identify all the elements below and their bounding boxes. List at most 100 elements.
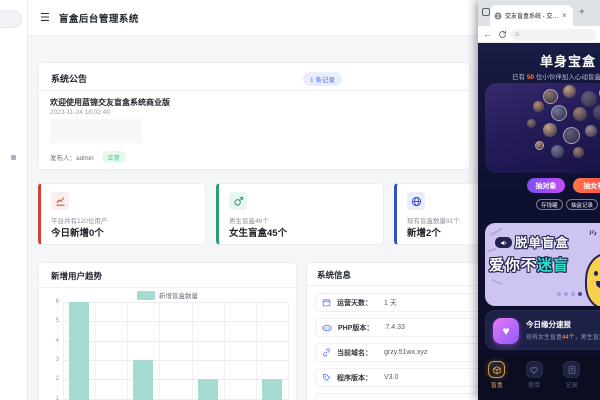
promo-banner[interactable]: 脱单盲盒 爱你不迷盲	[485, 223, 600, 306]
app-subtitle: 已有 50 位小伙伴加入心动盲盒	[512, 74, 600, 81]
nav-label: 盲盒	[490, 383, 503, 389]
avatar	[573, 107, 587, 121]
page-title: 盲盒后台管理系统	[58, 13, 139, 25]
gridline	[63, 379, 288, 381]
announcement-publisher: 发布人：admin	[50, 155, 94, 162]
announcement-post-title[interactable]: 欢迎使用蓝锦交友盲盒系统商业版	[50, 97, 170, 108]
nav-item-盲盒[interactable]: 盲盒	[478, 361, 516, 400]
heart-app-icon: ♥	[493, 318, 519, 344]
carousel-dot[interactable]	[557, 292, 561, 296]
chart-title: 新增用户趋势	[51, 271, 103, 281]
gridline	[255, 302, 257, 400]
hamburger-icon[interactable]: ☰	[40, 11, 50, 24]
piggy-bank-button[interactable]: 存钱罐	[536, 199, 563, 210]
mascot-character	[585, 253, 600, 306]
status-badge: 正常	[101, 151, 126, 163]
home-icon: ⌂	[515, 31, 520, 38]
browser-tab[interactable]: 交友盲盒系统 - 交友盲盒系统 ×	[490, 5, 573, 26]
back-icon[interactable]: ←	[483, 29, 492, 39]
speaker-icon	[495, 237, 512, 248]
browser-window: 交友盲盒系统 - 交友盲盒系统 × + ← ⌂ 单身宝盒 已有 50 位小伙伴加…	[478, 0, 600, 400]
avatar	[551, 105, 567, 121]
draw-records-button[interactable]: 抽盒记录	[566, 199, 599, 210]
speed-line	[491, 278, 503, 286]
avatar	[533, 101, 544, 112]
chart-bar[interactable]	[261, 379, 282, 400]
divider	[39, 90, 469, 91]
gridline	[159, 302, 161, 400]
avatar	[593, 105, 600, 120]
sys-label: 当前域名：	[337, 349, 372, 357]
avatar	[563, 85, 576, 98]
chart-bar[interactable]	[197, 379, 218, 400]
sidebar-collapsed-item-icon[interactable]	[11, 155, 16, 160]
stat-value: 新增2个	[407, 228, 441, 239]
nav-item-记录[interactable]: 记录	[553, 361, 591, 400]
stat-value: 今日新增0个	[51, 228, 104, 239]
y-tick-label: 5	[55, 318, 59, 325]
legend-label: 新增盲盒数量	[159, 293, 198, 300]
nav-label: 脱单	[528, 383, 541, 389]
browser-toolbar: ← ⌂	[478, 26, 600, 43]
link-icon	[322, 348, 331, 357]
tab-title: 交友盲盒系统 - 交友盲盒系统	[505, 14, 561, 20]
gridline	[63, 302, 288, 303]
blindbox-icon	[488, 361, 506, 378]
record-count-badge: 1 条记录	[303, 72, 342, 86]
sys-value: grzy.51wx.xyz	[384, 349, 428, 356]
tab-close-icon[interactable]: ×	[562, 11, 567, 20]
system-info-title: 系统信息	[317, 270, 352, 280]
y-tick-label: 4	[55, 337, 59, 344]
tab-panel-icon[interactable]	[482, 8, 490, 16]
avatar	[527, 119, 536, 128]
divider	[39, 287, 296, 288]
avatar-collage-card	[485, 83, 600, 173]
logo-placeholder	[0, 10, 22, 28]
banner-line2: 爱你不迷盲	[489, 257, 570, 274]
carousel-dot[interactable]	[564, 292, 568, 296]
sys-value: V3.0	[384, 374, 399, 381]
carousel-dot[interactable]	[571, 292, 575, 296]
draw-partner-button[interactable]: 抽对象	[527, 178, 565, 193]
stat-value: 女生盲盒45个	[229, 228, 288, 239]
stat-card[interactable]: 平台共有120位用户 今日新增0个	[38, 183, 206, 245]
app-title: 单身宝盒	[540, 54, 597, 69]
sys-label: PHP版本：	[338, 324, 374, 332]
announcement-date: 2023-11-24 18:02:49	[50, 109, 110, 116]
chart-bar[interactable]	[133, 359, 154, 400]
speed-line	[489, 227, 503, 237]
app-page: 单身宝盒 已有 50 位小伙伴加入心动盲盒 抽对象 抽女神 存钱罐 抽盒记录 脱…	[478, 43, 600, 400]
gridline	[191, 302, 193, 400]
heart-icon	[525, 361, 543, 378]
avatar	[543, 123, 557, 137]
nav-item-profile[interactable]	[591, 361, 600, 400]
avatar	[581, 91, 597, 107]
collapsed-sidebar	[0, 0, 28, 400]
announcement-content-placeholder	[50, 119, 142, 143]
globe-icon	[407, 192, 425, 210]
carousel-dot[interactable]	[578, 292, 582, 296]
stat-card[interactable]: 男生盲盒46个 女生盲盒45个	[216, 183, 384, 245]
joined-count: 50	[526, 74, 535, 81]
chart-bar[interactable]	[69, 302, 90, 400]
sys-label: 运营天数：	[337, 299, 372, 307]
avatar	[543, 89, 558, 104]
gridline	[63, 302, 64, 400]
bottom-nav: 盲盒 脱单 记录	[478, 355, 600, 400]
gridline	[63, 398, 288, 400]
refresh-icon[interactable]	[498, 30, 507, 39]
y-tick-label: 3	[55, 356, 59, 363]
gridline	[127, 302, 129, 400]
report-title: 今日缘分速报	[526, 320, 571, 329]
sys-label: 程序版本：	[337, 374, 372, 382]
browser-tabbar: 交友盲盒系统 - 交友盲盒系统 × +	[478, 0, 600, 26]
y-tick-label: 6	[55, 299, 59, 305]
avatar	[585, 125, 597, 137]
avatar	[551, 145, 564, 158]
new-tab-button[interactable]: +	[579, 7, 585, 18]
draw-goddess-button[interactable]: 抽女神	[573, 178, 600, 193]
gridline	[63, 321, 288, 323]
nav-item-脱单[interactable]: 脱单	[516, 361, 554, 400]
address-bar[interactable]: ⌂	[511, 28, 596, 41]
daily-report-card[interactable]: ♥ 今日缘分速报 现有女生盲盒44个，男生盲盒46个	[485, 310, 600, 350]
